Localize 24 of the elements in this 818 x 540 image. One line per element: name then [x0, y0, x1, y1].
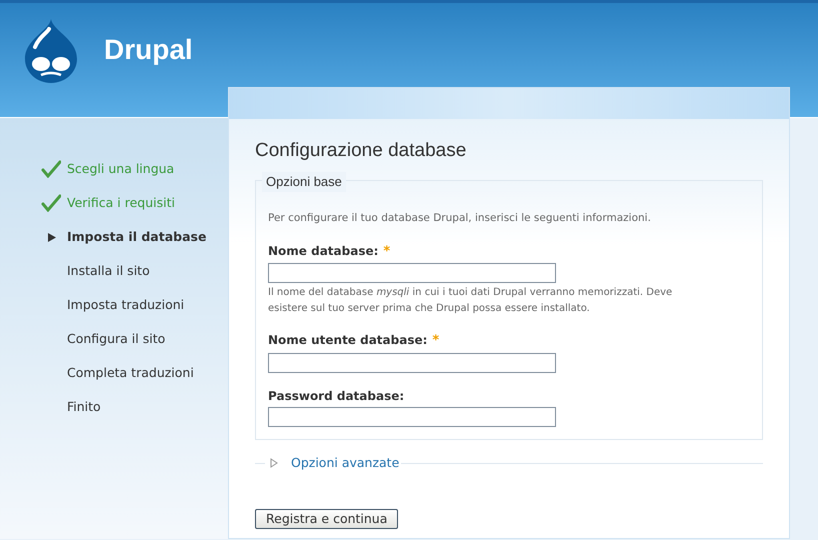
field-label: Nome database:	[268, 242, 378, 260]
fieldset-legend: Opzioni base	[262, 172, 346, 192]
submit-button[interactable]: Registra e continua	[255, 508, 398, 529]
advanced-options-link[interactable]: Opzioni avanzate	[291, 454, 400, 473]
expand-icon[interactable]	[270, 458, 278, 468]
step-label: Verifica i requisiti	[67, 194, 175, 212]
required-mark: *	[432, 332, 440, 350]
step-label: Installa il sito	[67, 262, 150, 280]
field-label: Nome utente database:	[268, 332, 428, 350]
step-label: Configura il sito	[67, 330, 166, 348]
step-label: Scegli una lingua	[67, 160, 174, 178]
text-field[interactable]	[268, 406, 556, 427]
step-label: Completa traduzioni	[67, 364, 194, 382]
step-label: Finito	[67, 398, 101, 416]
step-label: Imposta il database	[67, 228, 206, 246]
text-field[interactable]	[268, 263, 556, 284]
field-label: Password database:	[268, 388, 404, 405]
step-label: Imposta traduzioni	[67, 296, 184, 314]
field-hint: Il nome del database mysqli in cui i tuoi dati Drupal verranno memorizzati. Deve esistere sul tuo server prima che Drupal possa essere installato.	[268, 286, 674, 316]
site-name[interactable]: Drupal	[104, 29, 193, 71]
page-title: Configurazione database	[255, 139, 468, 163]
required-mark: *	[383, 242, 390, 261]
intro-text: Per configurare il tuo database Drupal, inserisci le seguenti informazioni.	[268, 211, 652, 226]
text-field[interactable]	[268, 352, 556, 373]
